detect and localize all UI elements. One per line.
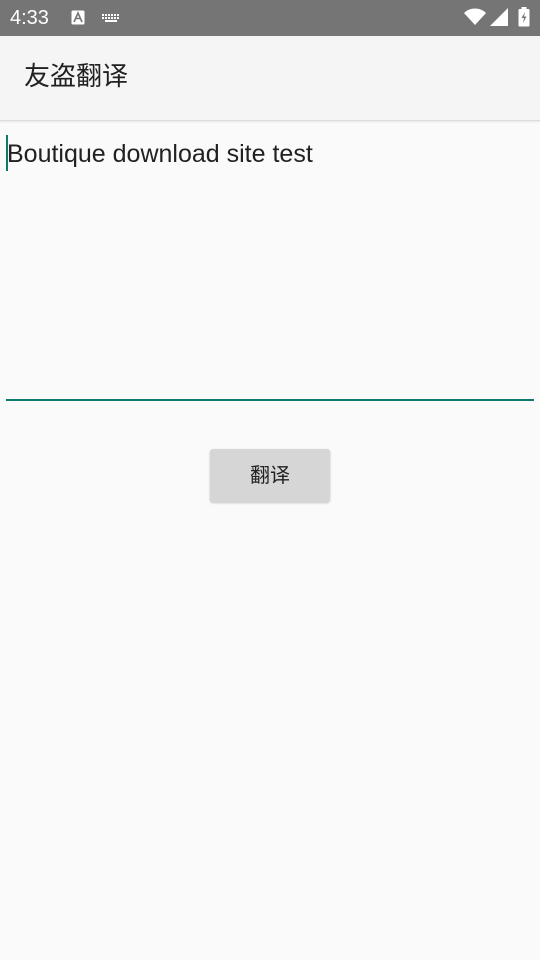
page-title: 友盗翻译 <box>24 62 129 92</box>
status-time: 4:33 <box>10 7 49 29</box>
app-bar: 友盗翻译 <box>0 36 540 121</box>
battery-charging-icon <box>518 7 530 27</box>
signal-icon <box>490 8 508 26</box>
status-bar: 4:33 <box>0 0 540 36</box>
translation-input[interactable]: Boutique download site test <box>6 134 534 401</box>
translation-input-text[interactable]: Boutique download site test <box>7 138 313 170</box>
wifi-icon <box>464 8 486 25</box>
keyboard-icon <box>102 14 119 22</box>
a-notification-icon <box>71 10 85 25</box>
translate-button[interactable]: 翻译 <box>210 449 330 502</box>
